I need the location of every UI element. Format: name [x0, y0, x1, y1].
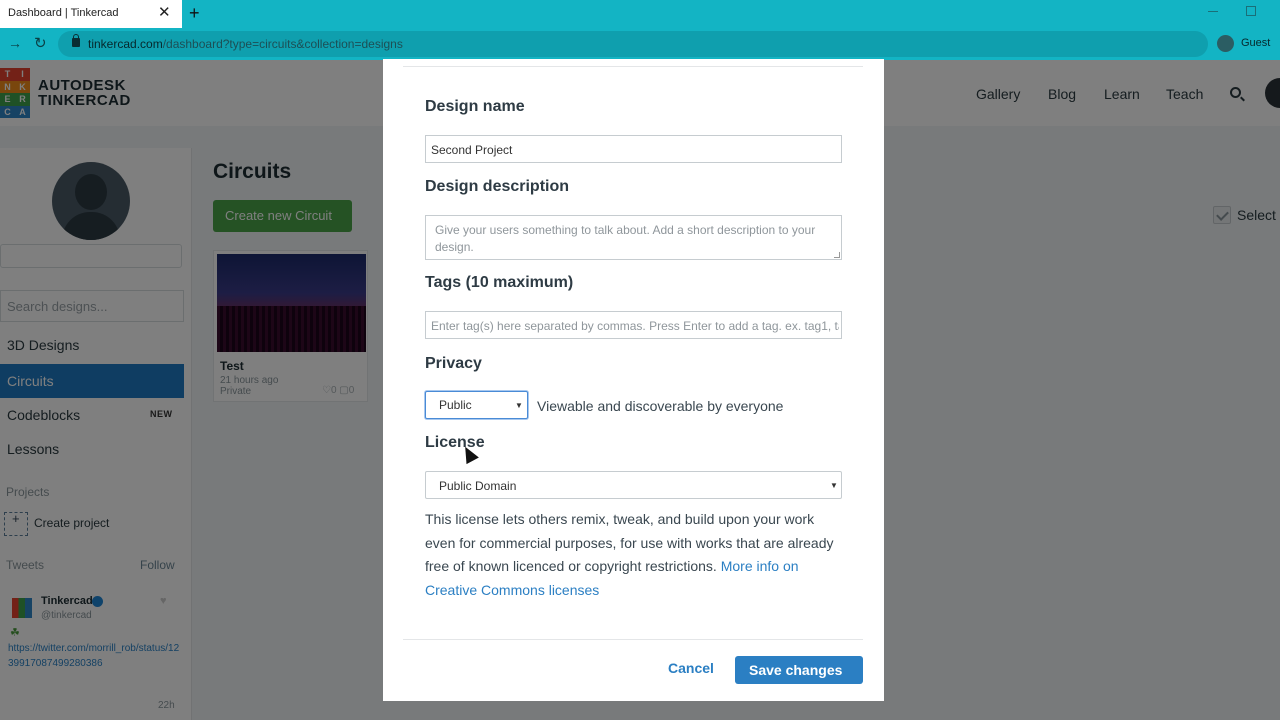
design-name-input[interactable]: Second Project: [425, 135, 842, 163]
divider: [403, 66, 863, 67]
minimize-icon[interactable]: [1208, 4, 1220, 16]
license-description: This license lets others remix, tweak, a…: [425, 508, 845, 602]
license-value: Public Domain: [439, 479, 517, 493]
profile-icon: [1217, 35, 1234, 52]
tags-label: Tags (10 maximum): [425, 274, 574, 291]
reload-icon[interactable]: ↻: [34, 34, 47, 52]
design-description-input[interactable]: Give your users something to talk about.…: [425, 215, 842, 260]
url-text: tinkercad.com/dashboard?type=circuits&co…: [88, 37, 403, 51]
lock-icon[interactable]: [72, 34, 80, 47]
url-path: /dashboard?type=circuits&collection=desi…: [162, 37, 403, 51]
design-description-label: Design description: [425, 178, 570, 195]
divider: [403, 639, 863, 640]
license-label: License: [425, 434, 485, 451]
restore-window-icon[interactable]: [1246, 6, 1256, 16]
chevron-down-icon: ▼: [515, 401, 523, 410]
privacy-select[interactable]: Public ▼: [425, 391, 528, 419]
tab-title: Dashboard | Tinkercad: [8, 7, 119, 19]
save-changes-button[interactable]: Save changes: [735, 656, 863, 684]
new-tab-button[interactable]: +: [189, 4, 200, 22]
license-select[interactable]: Public Domain ▼: [425, 471, 842, 499]
privacy-value: Public: [439, 398, 472, 412]
url-host: tinkercad.com: [88, 37, 163, 51]
profile-label: Guest: [1241, 37, 1271, 49]
cancel-button[interactable]: Cancel: [668, 660, 714, 676]
url-field[interactable]: tinkercad.com/dashboard?type=circuits&co…: [58, 31, 1208, 57]
forward-icon[interactable]: →: [8, 35, 22, 51]
tags-placeholder: Enter tag(s) here separated by commas. P…: [431, 319, 839, 333]
resize-handle-icon[interactable]: [834, 252, 840, 258]
design-properties-dialog: Design name Second Project Design descri…: [383, 59, 884, 701]
design-name-label: Design name: [425, 98, 525, 115]
browser-tab[interactable]: Dashboard | Tinkercad ✕: [0, 0, 182, 28]
save-changes-label: Save changes: [749, 662, 843, 678]
design-name-value: Second Project: [431, 143, 513, 157]
privacy-description: Viewable and discoverable by everyone: [537, 398, 784, 414]
chevron-down-icon: ▼: [830, 481, 838, 490]
description-placeholder: Give your users something to talk about.…: [435, 223, 816, 254]
browser-address-bar: → ↻ tinkercad.com/dashboard?type=circuit…: [0, 28, 1280, 60]
privacy-label: Privacy: [425, 355, 482, 372]
close-tab-icon[interactable]: ✕: [158, 5, 171, 21]
tags-input[interactable]: Enter tag(s) here separated by commas. P…: [425, 311, 842, 339]
browser-tab-bar: Dashboard | Tinkercad ✕ +: [0, 0, 1280, 28]
